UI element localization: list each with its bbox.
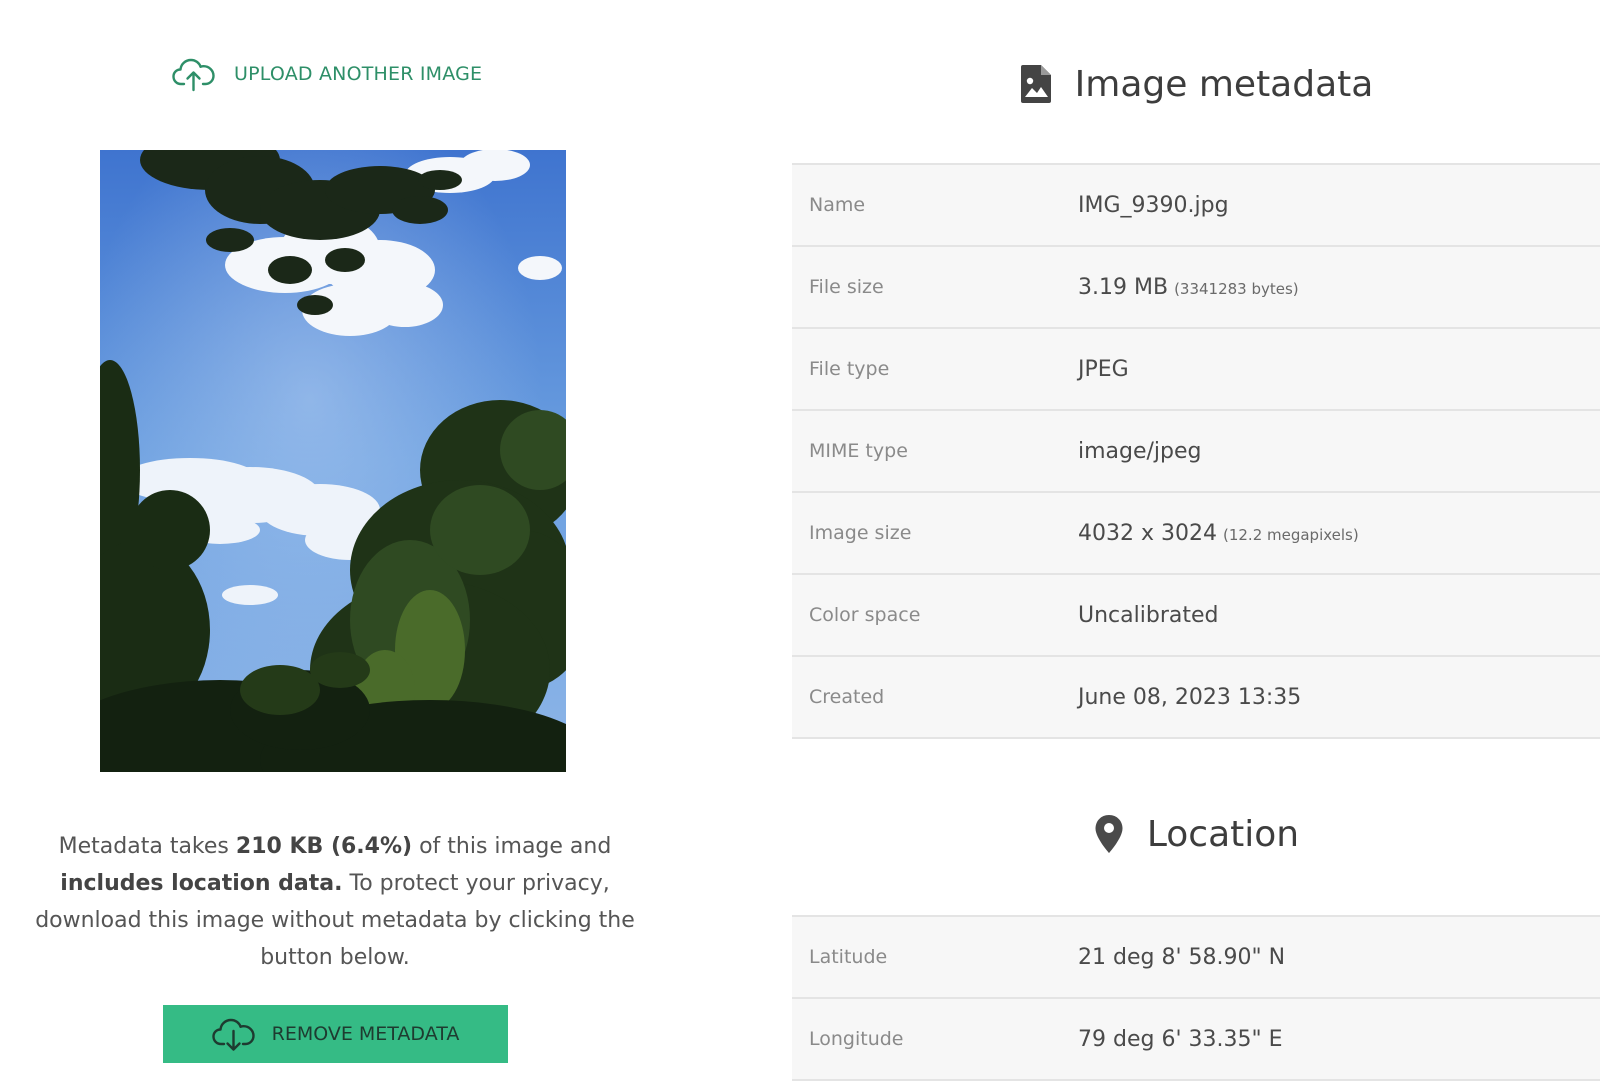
row-key: MIME type <box>809 440 908 462</box>
file-image-icon <box>1020 65 1051 103</box>
row-value: 79 deg 6' 33.35" E <box>1078 998 1600 1080</box>
notice-text-2: of this image and <box>412 834 612 859</box>
row-value-text: image/jpeg <box>1078 438 1202 464</box>
row-value-text: 4032 x 3024 <box>1078 520 1217 546</box>
row-value: Uncalibrated <box>1078 574 1600 656</box>
location-heading: Location <box>792 806 1600 862</box>
upload-link-label: UPLOAD ANOTHER IMAGE <box>234 63 483 85</box>
location-table: Latitude 21 deg 8' 58.90" N Longitude 79… <box>792 915 1600 1081</box>
row-key: Name <box>809 194 866 216</box>
cloud-upload-icon <box>172 58 215 92</box>
metadata-panel: Image metadata Name IMG_9390.jpg File si… <box>792 0 1600 1087</box>
location-warning-highlight: includes location data. <box>60 871 343 896</box>
row-value-text: Uncalibrated <box>1078 602 1219 628</box>
row-key: File type <box>809 358 890 380</box>
row-key: Latitude <box>809 946 888 968</box>
notice-text-1: Metadata takes <box>58 834 236 859</box>
row-key: File size <box>809 276 884 298</box>
row-value-text: 21 deg 8' 58.90" N <box>1078 944 1286 970</box>
metadata-heading: Image metadata <box>792 56 1600 112</box>
photo-sky-trees <box>100 150 566 772</box>
table-row: Longitude 79 deg 6' 33.35" E <box>792 998 1600 1080</box>
row-key: Image size <box>809 522 912 544</box>
table-row: MIME type image/jpeg <box>792 410 1600 492</box>
metadata-size-highlight: 210 KB (6.4%) <box>235 834 413 859</box>
row-value-detail: (3341283 bytes) <box>1174 279 1299 298</box>
row-value: 4032 x 3024 (12.2 megapixels) <box>1078 492 1600 574</box>
row-value-text: June 08, 2023 13:35 <box>1078 684 1302 710</box>
row-key: Longitude <box>809 1028 904 1050</box>
upload-another-image-link[interactable]: UPLOAD ANOTHER IMAGE <box>172 56 482 92</box>
row-value-detail: (12.2 megapixels) <box>1222 525 1359 544</box>
table-row: Created June 08, 2023 13:35 <box>792 656 1600 738</box>
row-value: IMG_9390.jpg <box>1078 164 1600 246</box>
row-value: 21 deg 8' 58.90" N <box>1078 916 1600 998</box>
table-row: Image size 4032 x 3024 (12.2 megapixels) <box>792 492 1600 574</box>
map-pin-icon <box>1095 815 1123 853</box>
row-value-text: IMG_9390.jpg <box>1078 192 1229 218</box>
metadata-table: Name IMG_9390.jpg File size 3.19 MB (3341… <box>792 163 1600 739</box>
remove-metadata-button[interactable]: REMOVE METADATA <box>163 1005 508 1063</box>
metadata-title: Image metadata <box>1074 63 1374 105</box>
row-value: 3.19 MB (3341283 bytes) <box>1078 246 1600 328</box>
remove-button-label: REMOVE METADATA <box>271 1023 460 1045</box>
row-value-text: JPEG <box>1078 356 1129 382</box>
table-row: Name IMG_9390.jpg <box>792 164 1600 246</box>
privacy-notice: Metadata takes 210 KB (6.4%) of this ima… <box>20 828 650 976</box>
table-row: Latitude 21 deg 8' 58.90" N <box>792 916 1600 998</box>
row-key: Created <box>809 686 885 708</box>
table-row: Color space Uncalibrated <box>792 574 1600 656</box>
row-value: JPEG <box>1078 328 1600 410</box>
row-value-text: 79 deg 6' 33.35" E <box>1078 1026 1283 1052</box>
row-value: June 08, 2023 13:35 <box>1078 656 1600 738</box>
row-key: Color space <box>809 604 921 626</box>
row-value: image/jpeg <box>1078 410 1600 492</box>
table-row: File type JPEG <box>792 328 1600 410</box>
upload-panel: UPLOAD ANOTHER IMAGE Metadata takes 210 … <box>0 0 670 1087</box>
cloud-download-icon <box>211 1018 255 1051</box>
table-row: File size 3.19 MB (3341283 bytes) <box>792 246 1600 328</box>
image-preview <box>100 150 566 772</box>
row-value-text: 3.19 MB <box>1078 274 1169 300</box>
location-title: Location <box>1146 813 1300 855</box>
